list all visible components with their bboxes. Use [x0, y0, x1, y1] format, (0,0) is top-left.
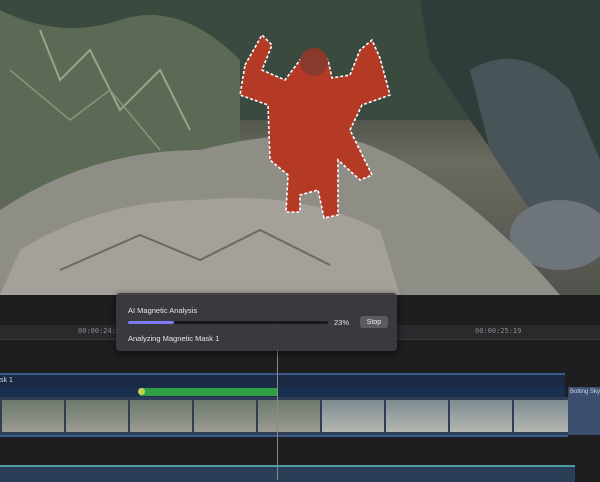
clip-thumbnail — [258, 400, 320, 432]
next-clip[interactable]: Bolting Sky — [568, 387, 600, 435]
clip-thumbnail — [66, 400, 128, 432]
mask-analysis-track — [0, 387, 565, 397]
lower-clip-track[interactable] — [0, 465, 575, 482]
mask-start-keyframe[interactable] — [138, 388, 145, 395]
clip-thumbnail — [130, 400, 192, 432]
clip-thumbnail — [450, 400, 512, 432]
mask-analysis-progress — [140, 388, 277, 396]
analysis-progress-bar — [128, 321, 328, 324]
clip-thumbnail — [322, 400, 384, 432]
video-frame — [0, 0, 600, 295]
dialog-title: AI Magnetic Analysis — [128, 306, 198, 315]
stop-button[interactable]: Stop — [360, 316, 388, 328]
analysis-progress-dialog: AI Magnetic Analysis 23% Stop Analyzing … — [116, 293, 397, 351]
analysis-status: Analyzing Magnetic Mask 1 — [128, 334, 220, 343]
mask-clip-label: sk 1 — [0, 377, 13, 384]
clip-thumbnail — [194, 400, 256, 432]
progress-percent: 23% — [334, 318, 350, 327]
ruler-timecode: 00:00:25:19 — [475, 327, 522, 335]
clip-thumbnail — [514, 400, 568, 432]
analysis-progress-fill — [128, 321, 174, 324]
clip-thumbnail — [2, 400, 64, 432]
magnetic-mask-track[interactable]: sk 1 — [0, 373, 565, 400]
next-clip-label: Bolting Sky — [570, 389, 600, 395]
clip-filmstrip[interactable] — [0, 397, 568, 437]
clip-thumbnail — [386, 400, 448, 432]
video-viewer[interactable] — [0, 0, 600, 295]
